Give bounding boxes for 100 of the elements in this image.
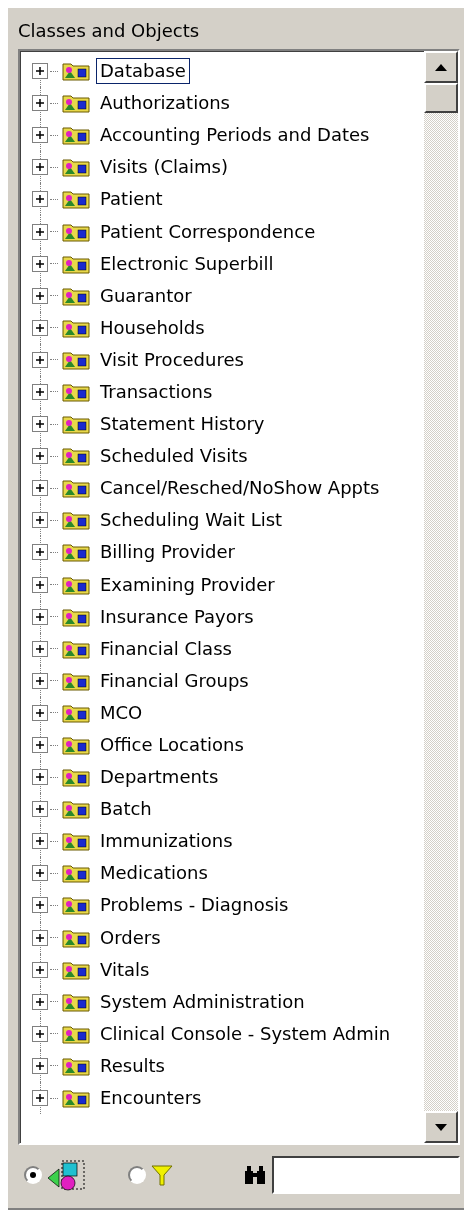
tree-item[interactable]: Office Locations <box>96 732 248 758</box>
expand-icon[interactable] <box>32 704 48 721</box>
panel-title: Classes and Objects <box>18 19 200 43</box>
expand-icon[interactable] <box>32 897 48 914</box>
folder-icon <box>62 1088 90 1109</box>
expand-icon[interactable] <box>32 159 48 176</box>
expand-icon[interactable] <box>32 865 48 882</box>
tree-item[interactable]: Medications <box>96 860 212 887</box>
folder-icon <box>62 831 90 852</box>
expand-icon[interactable] <box>32 833 48 850</box>
folder-icon <box>62 446 90 467</box>
folder-icon <box>62 574 90 595</box>
expand-icon[interactable] <box>32 1025 48 1042</box>
tree-item[interactable]: Billing Provider <box>96 539 240 566</box>
expand-icon[interactable] <box>32 993 48 1010</box>
tree-item[interactable]: Encounters <box>96 1085 206 1112</box>
tree-item[interactable]: Vitals <box>96 956 154 983</box>
expand-icon[interactable] <box>32 801 48 818</box>
tree-item[interactable]: Authorizations <box>96 90 234 117</box>
tree-item[interactable]: Electronic Superbill <box>96 250 278 277</box>
folder-icon <box>62 221 90 242</box>
expand-icon[interactable] <box>32 672 48 689</box>
tree-item[interactable]: Visits (Claims) <box>96 154 232 181</box>
expand-icon[interactable] <box>32 223 48 240</box>
tree-item[interactable]: Patient Correspondence <box>96 218 320 245</box>
tree-item[interactable]: Batch <box>96 796 156 823</box>
tree-item[interactable]: Insurance Payors <box>96 603 258 630</box>
radio-button[interactable] <box>24 1166 42 1184</box>
scroll-thumb[interactable] <box>424 83 458 113</box>
shapes-icon <box>46 1158 88 1192</box>
expand-icon[interactable] <box>32 576 48 593</box>
expand-icon[interactable] <box>32 769 48 786</box>
folder-icon <box>62 157 90 178</box>
folder-icon <box>62 189 90 210</box>
expand-icon[interactable] <box>32 961 48 978</box>
tree-item[interactable]: Orders <box>96 924 165 951</box>
folder-icon <box>62 382 90 402</box>
binoculars-icon <box>244 1165 266 1185</box>
tree-item[interactable]: Database <box>96 58 190 85</box>
scroll-down-button[interactable] <box>424 1111 458 1143</box>
tree-item[interactable]: Examining Provider <box>96 571 279 598</box>
tree-item[interactable]: Departments <box>96 764 223 791</box>
folder-icon <box>62 285 90 306</box>
tree-item[interactable]: Accounting Periods and Dates <box>96 122 374 149</box>
tree-item[interactable]: Problems - Diagnosis <box>96 892 293 919</box>
folder-icon <box>62 638 90 659</box>
tree-item[interactable]: Visit Procedures <box>96 346 248 373</box>
tree-item[interactable]: MCO <box>96 699 147 726</box>
folder-icon <box>62 927 90 948</box>
expand-icon[interactable] <box>32 287 48 304</box>
tree-item[interactable]: Financial Groups <box>96 667 253 694</box>
radio-button[interactable] <box>128 1166 146 1184</box>
folder-icon <box>62 349 90 370</box>
folder-icon <box>62 125 90 146</box>
tree-item[interactable]: Clinical Console - System Admin <box>96 1020 395 1047</box>
tree-item[interactable]: Guarantor <box>96 282 196 309</box>
expand-icon[interactable] <box>32 544 48 561</box>
filter-icon <box>150 1163 174 1187</box>
folder-icon <box>62 767 90 788</box>
tree-item[interactable]: Statement History <box>96 411 269 438</box>
expand-icon[interactable] <box>32 608 48 625</box>
expand-icon[interactable] <box>32 384 48 400</box>
folder-icon <box>62 1055 90 1076</box>
tree-item[interactable]: Cancel/Resched/NoShow Appts <box>96 475 384 502</box>
expand-icon[interactable] <box>32 480 48 497</box>
expand-icon[interactable] <box>32 416 48 433</box>
expand-icon[interactable] <box>32 95 48 112</box>
expand-icon[interactable] <box>32 255 48 272</box>
tree-item[interactable]: Households <box>96 314 209 341</box>
expand-icon[interactable] <box>32 63 48 80</box>
tree-item[interactable]: Scheduled Visits <box>96 443 252 470</box>
folder-icon <box>62 735 90 755</box>
expand-icon[interactable] <box>32 929 48 946</box>
tree-item[interactable]: Patient <box>96 186 167 213</box>
folder-icon <box>62 510 90 531</box>
expand-icon[interactable] <box>32 1057 48 1074</box>
expand-icon[interactable] <box>32 319 48 336</box>
expand-icon[interactable] <box>32 351 48 368</box>
tree-item[interactable]: Results <box>96 1052 169 1079</box>
up-arrow-icon <box>435 63 447 71</box>
expand-icon[interactable] <box>32 737 48 753</box>
tree-item[interactable]: Financial Class <box>96 635 236 662</box>
folder-icon <box>62 670 90 691</box>
expand-icon[interactable] <box>32 512 48 529</box>
folder-icon <box>62 959 90 980</box>
expand-icon[interactable] <box>32 640 48 657</box>
tree-item[interactable]: System Administration <box>96 988 309 1015</box>
tree-item[interactable]: Transactions <box>96 379 217 405</box>
folder-icon <box>62 253 90 274</box>
folder-icon <box>62 61 90 82</box>
tree-item[interactable]: Immunizations <box>96 828 237 855</box>
tree-item[interactable]: Scheduling Wait List <box>96 507 287 534</box>
expand-icon[interactable] <box>32 127 48 144</box>
expand-icon[interactable] <box>32 1090 48 1107</box>
expand-icon[interactable] <box>32 191 48 208</box>
scroll-up-button[interactable] <box>424 51 458 83</box>
search-field[interactable] <box>272 1156 460 1194</box>
folder-icon <box>62 542 90 563</box>
folder-icon <box>62 863 90 884</box>
expand-icon[interactable] <box>32 448 48 465</box>
